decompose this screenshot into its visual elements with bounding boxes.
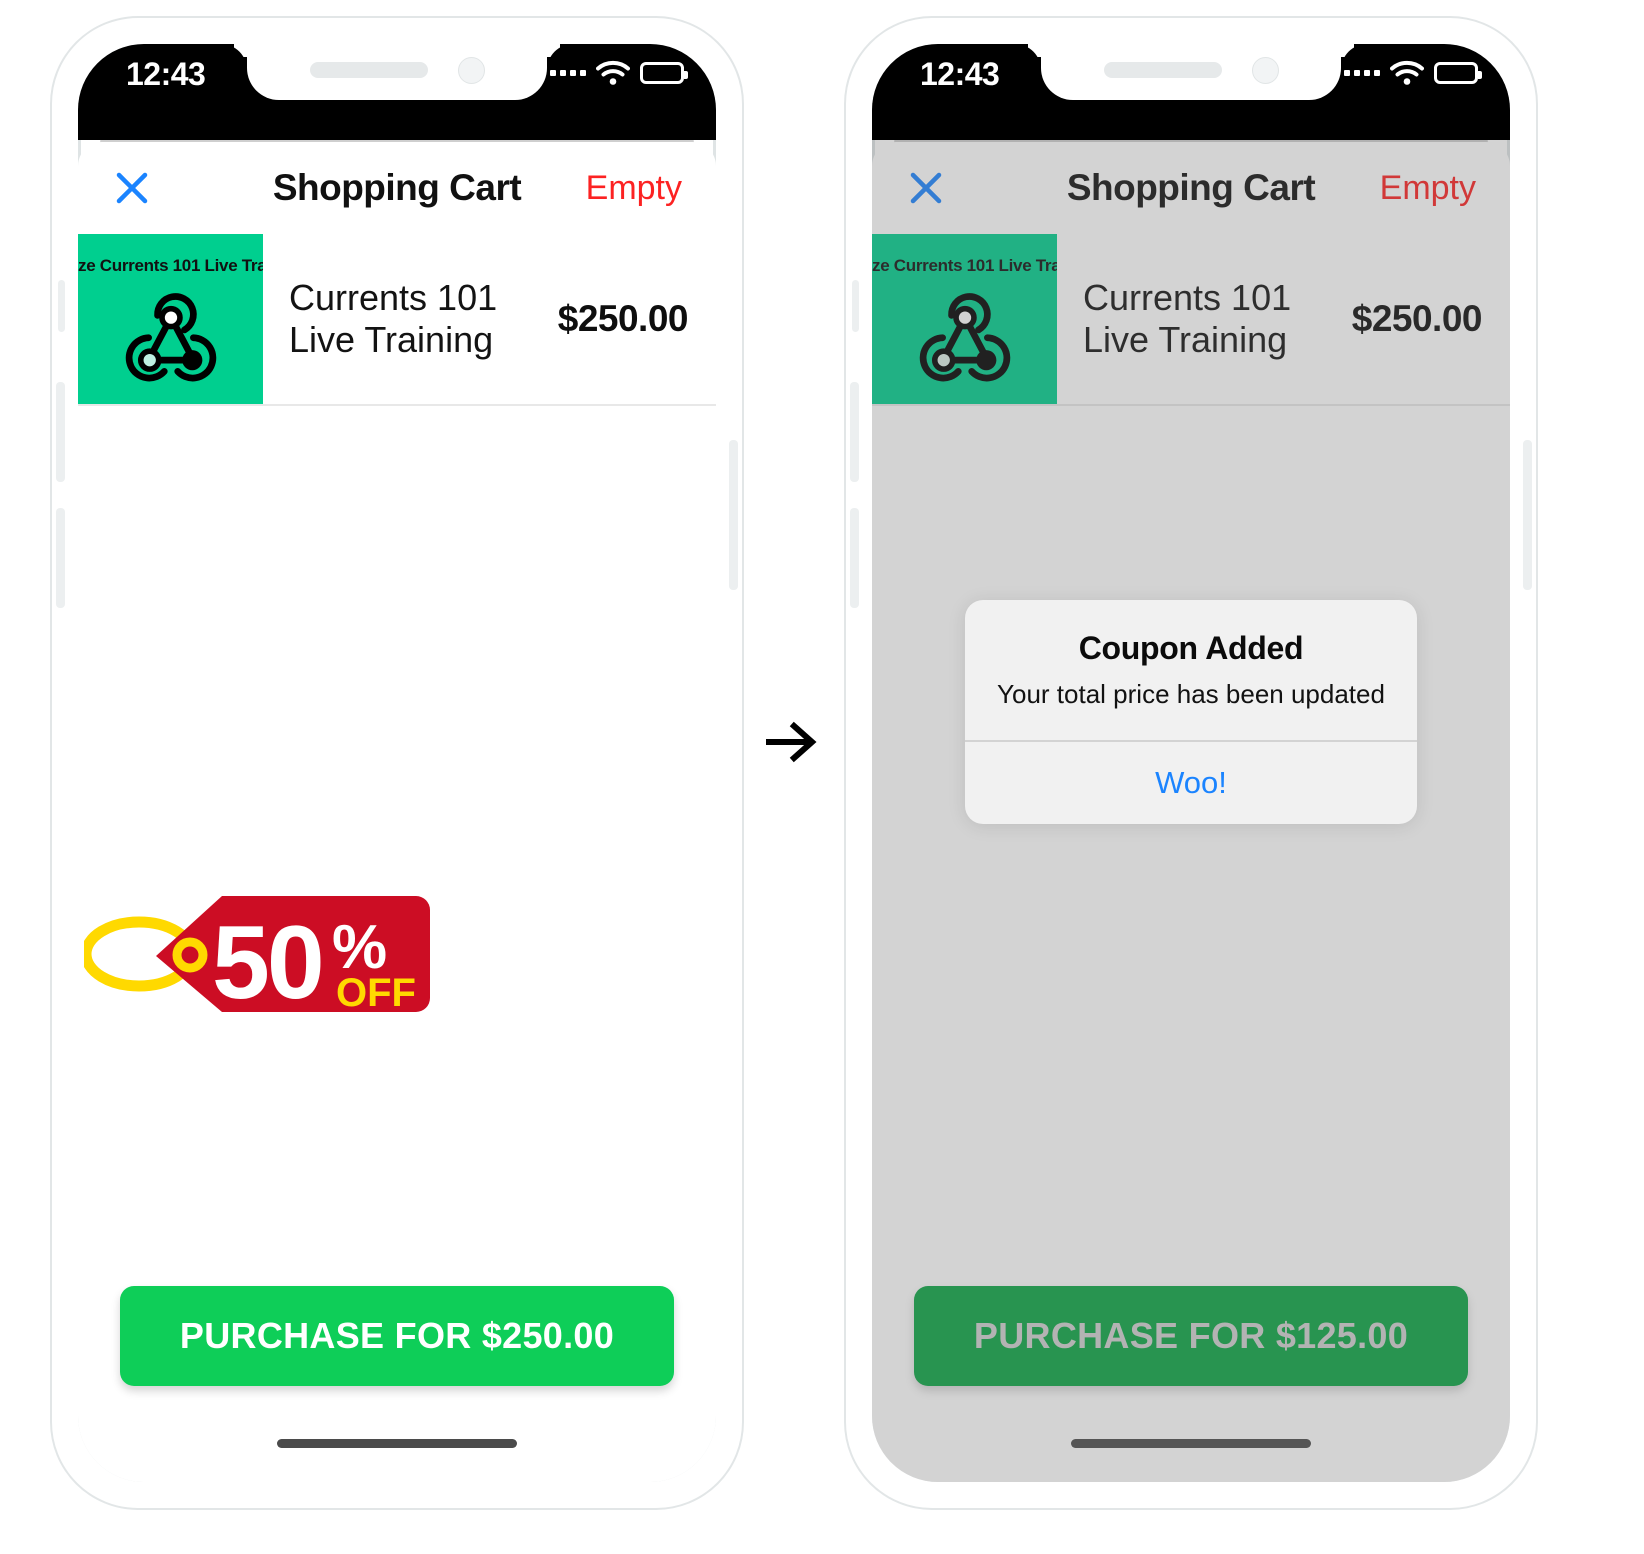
- cart-item-body: Currents 101 Live Training $250.00: [263, 234, 716, 404]
- cart-header: Shopping Cart Empty: [78, 142, 716, 234]
- discount-tag: 50 % OFF: [80, 876, 434, 1021]
- transition-arrow: [748, 702, 832, 782]
- modal-sheet-stack: Shopping Cart Empty ze Currents 101 Live…: [78, 122, 716, 1482]
- empty-cart-button[interactable]: Empty: [586, 169, 682, 208]
- notch: [247, 44, 547, 100]
- power-button[interactable]: [1523, 440, 1532, 590]
- thumbnail-caption: ze Currents 101 Live Traini: [78, 256, 263, 275]
- earpiece-speaker: [1103, 62, 1222, 78]
- phone-screen-before: Shopping Cart Empty ze Currents 101 Live…: [78, 44, 716, 1482]
- signal-dots-icon: [550, 70, 586, 76]
- svg-text:50: 50: [212, 905, 322, 1021]
- product-name-line1: Currents 101: [289, 276, 498, 318]
- alert-confirm-button[interactable]: Woo!: [965, 742, 1417, 824]
- alert-title: Coupon Added: [1078, 630, 1304, 666]
- wifi-icon: [596, 61, 630, 85]
- discount-tag-graphic: 50 % OFF: [80, 896, 430, 1021]
- product-name: Currents 101 Live Training: [289, 277, 497, 362]
- status-icons: [1344, 60, 1482, 86]
- status-bar: 12:43: [78, 44, 716, 140]
- mute-switch[interactable]: [58, 280, 65, 332]
- phone-screen-after: Shopping Cart Empty ze Currents 101 Live…: [872, 44, 1510, 1482]
- front-camera: [457, 56, 485, 84]
- phone-before: Shopping Cart Empty ze Currents 101 Live…: [52, 18, 742, 1508]
- mute-switch[interactable]: [852, 280, 859, 332]
- home-indicator[interactable]: [277, 1439, 517, 1448]
- phone-after: Shopping Cart Empty ze Currents 101 Live…: [846, 18, 1536, 1508]
- status-time: 12:43: [126, 56, 206, 92]
- status-icons: [550, 60, 688, 86]
- cart-item-row[interactable]: ze Currents 101 Live Traini: [78, 234, 716, 406]
- signal-dots-icon: [1344, 70, 1380, 76]
- status-bar: 12:43: [872, 44, 1510, 140]
- volume-down-button[interactable]: [850, 508, 859, 608]
- volume-up-button[interactable]: [56, 382, 65, 482]
- alert-message: Your total price has been updated: [997, 679, 1385, 709]
- coupon-added-alert: Coupon Added Your total price has been u…: [965, 600, 1417, 824]
- notch: [1041, 44, 1341, 100]
- battery-icon: [1434, 62, 1482, 84]
- front-camera: [1251, 56, 1279, 84]
- close-x-icon[interactable]: [112, 168, 152, 208]
- svg-text:OFF: OFF: [336, 971, 416, 1015]
- purchase-button[interactable]: PURCHASE FOR $250.00: [120, 1286, 674, 1386]
- webhook-logo-icon: [125, 293, 216, 382]
- shopping-cart-sheet: Shopping Cart Empty ze Currents 101 Live…: [78, 142, 716, 1482]
- battery-icon: [640, 62, 688, 84]
- volume-down-button[interactable]: [56, 508, 65, 608]
- product-thumbnail: ze Currents 101 Live Traini: [78, 234, 263, 404]
- alert-body: Coupon Added Your total price has been u…: [965, 600, 1417, 740]
- arrow-right-icon: [766, 721, 817, 763]
- status-time: 12:43: [920, 56, 1000, 92]
- product-name-line2: Live Training: [289, 319, 494, 360]
- earpiece-speaker: [309, 62, 428, 78]
- volume-up-button[interactable]: [850, 382, 859, 482]
- wifi-icon: [1390, 61, 1424, 85]
- power-button[interactable]: [729, 440, 738, 590]
- product-price: $250.00: [557, 298, 689, 339]
